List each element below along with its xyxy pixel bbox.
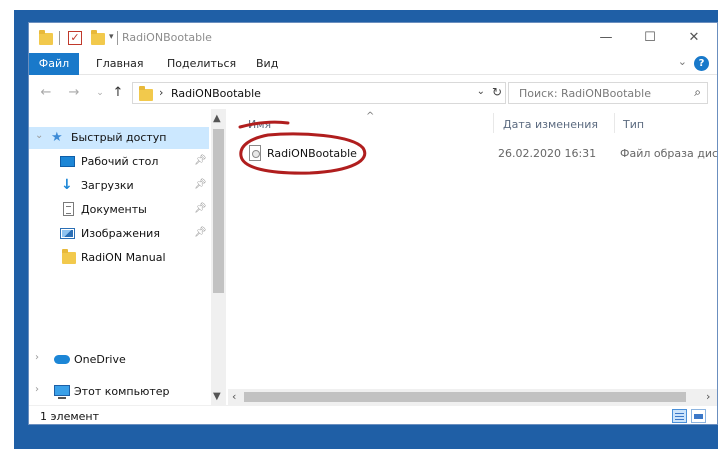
up-button[interactable]: ↑ bbox=[109, 83, 127, 103]
documents-icon bbox=[63, 202, 74, 216]
close-button[interactable]: ✕ bbox=[674, 27, 714, 49]
sidebar-item-pictures[interactable]: Изображения 📌︎ bbox=[29, 223, 209, 245]
disc-image-icon bbox=[249, 145, 261, 161]
pin-icon: 📌︎ bbox=[194, 179, 207, 190]
nav-scrollbar[interactable]: ▲ ▼ bbox=[211, 109, 226, 405]
address-row: ← → ⌄ ↑ › RadiONBootable ⌄ ↻ Поиск: Radi… bbox=[29, 79, 717, 107]
qat-dropdown-icon[interactable]: ▾ bbox=[109, 32, 114, 42]
tab-home[interactable]: Главная bbox=[96, 53, 144, 75]
expand-ribbon-icon[interactable]: ⌄ bbox=[678, 55, 687, 68]
sidebar-item-documents[interactable]: Документы 📌︎ bbox=[29, 199, 209, 221]
maximize-button[interactable]: ☐ bbox=[630, 27, 670, 49]
details-view-button[interactable] bbox=[672, 409, 687, 423]
column-divider[interactable] bbox=[493, 113, 494, 133]
table-row[interactable]: RadiONBootable 26.02.2020 16:31 Файл обр… bbox=[242, 143, 718, 165]
scrollbar-thumb[interactable] bbox=[213, 129, 224, 293]
pin-icon: 📌︎ bbox=[194, 227, 207, 238]
address-bar[interactable]: › RadiONBootable ⌄ ↻ bbox=[132, 82, 506, 104]
scroll-down-icon[interactable]: ▼ bbox=[213, 391, 221, 402]
column-header-date[interactable]: Дата изменения bbox=[503, 118, 598, 131]
sidebar-item-downloads[interactable]: ↓ Загрузки 📌︎ bbox=[29, 175, 209, 197]
ribbon-tabs: Файл Главная Поделиться Вид ⌄ ? bbox=[29, 53, 717, 75]
sidebar-item-onedrive[interactable]: › OneDrive bbox=[29, 349, 209, 371]
sort-ascending-icon: ^ bbox=[366, 111, 375, 122]
folder-icon bbox=[62, 249, 76, 264]
pin-icon: 📌︎ bbox=[194, 203, 207, 214]
window-title: RadiONBootable bbox=[122, 31, 212, 44]
ribbon-controls: ⌄ ? bbox=[669, 55, 709, 72]
file-name[interactable]: RadiONBootable bbox=[267, 147, 357, 160]
computer-icon bbox=[54, 385, 70, 399]
minimize-button[interactable]: — bbox=[586, 27, 626, 49]
help-icon[interactable]: ? bbox=[694, 56, 709, 71]
breadcrumb[interactable]: RadiONBootable bbox=[171, 87, 261, 100]
star-icon: ★ bbox=[51, 130, 63, 145]
sidebar-item-this-pc[interactable]: › Этот компьютер bbox=[29, 381, 209, 403]
explorer-window: ✓ ▾ RadiONBootable — ☐ ✕ Файл Главная По… bbox=[28, 22, 718, 425]
file-date: 26.02.2020 16:31 bbox=[498, 147, 597, 160]
search-placeholder: Поиск: RadiONBootable bbox=[519, 87, 651, 100]
back-button[interactable]: ← bbox=[37, 83, 55, 103]
column-header-type[interactable]: Тип bbox=[623, 118, 644, 131]
folder-icon bbox=[139, 86, 153, 101]
forward-button[interactable]: → bbox=[65, 83, 83, 103]
file-type: Файл образа диска bbox=[620, 147, 718, 160]
sidebar-item-quick-access[interactable]: ⌄ ★ Быстрый доступ bbox=[29, 127, 209, 149]
sidebar-item-label: OneDrive bbox=[74, 353, 126, 366]
pictures-icon bbox=[60, 228, 75, 239]
sidebar-item-label: Документы bbox=[81, 203, 147, 216]
search-input[interactable]: Поиск: RadiONBootable ⌕ bbox=[508, 82, 708, 104]
title-bar: ✓ ▾ RadiONBootable — ☐ ✕ bbox=[29, 23, 717, 53]
chevron-right-icon[interactable]: › bbox=[35, 384, 39, 395]
scrollbar-thumb[interactable] bbox=[244, 392, 686, 402]
status-bar: 1 элемент bbox=[29, 405, 717, 424]
scroll-right-icon[interactable]: › bbox=[706, 390, 710, 403]
chevron-down-icon[interactable]: ⌄ bbox=[477, 86, 485, 97]
tab-view[interactable]: Вид bbox=[256, 53, 278, 75]
sidebar-item-desktop[interactable]: Рабочий стол 📌︎ bbox=[29, 151, 209, 173]
tab-file[interactable]: Файл bbox=[29, 53, 79, 75]
separator bbox=[117, 31, 118, 45]
properties-icon[interactable]: ✓ bbox=[68, 31, 82, 45]
recent-locations-icon[interactable]: ⌄ bbox=[91, 83, 109, 103]
separator bbox=[59, 31, 60, 45]
desktop-icon bbox=[60, 156, 75, 167]
tab-share[interactable]: Поделиться bbox=[167, 53, 236, 75]
chevron-right-icon[interactable]: › bbox=[35, 352, 39, 363]
sidebar-item-label: Загрузки bbox=[81, 179, 134, 192]
column-header-name[interactable]: Имя bbox=[248, 118, 271, 131]
scroll-left-icon[interactable]: ‹ bbox=[232, 390, 236, 403]
pin-icon: 📌︎ bbox=[194, 155, 207, 166]
onedrive-icon bbox=[54, 355, 70, 364]
refresh-icon[interactable]: ↻ bbox=[492, 85, 502, 99]
navigation-pane: ⌄ ★ Быстрый доступ Рабочий стол 📌︎ ↓ Заг… bbox=[29, 109, 226, 405]
horizontal-scrollbar[interactable]: ‹ › bbox=[228, 389, 717, 405]
sidebar-item-radion-manual[interactable]: RadiON Manual bbox=[29, 247, 209, 269]
scroll-up-icon[interactable]: ▲ bbox=[213, 113, 221, 124]
folder-icon bbox=[39, 30, 53, 45]
item-count: 1 элемент bbox=[40, 410, 99, 423]
search-icon[interactable]: ⌕ bbox=[694, 85, 701, 100]
new-folder-icon[interactable] bbox=[91, 30, 105, 45]
chevron-right-icon[interactable]: › bbox=[159, 86, 163, 99]
sidebar-item-label: Быстрый доступ bbox=[71, 131, 167, 144]
chevron-down-icon[interactable]: ⌄ bbox=[35, 130, 43, 141]
sidebar-item-label: RadiON Manual bbox=[81, 251, 166, 264]
sidebar-item-label: Изображения bbox=[81, 227, 160, 240]
sidebar-item-label: Этот компьютер bbox=[74, 385, 170, 398]
downloads-icon: ↓ bbox=[61, 177, 73, 193]
column-divider[interactable] bbox=[614, 113, 615, 133]
large-icons-view-button[interactable] bbox=[691, 409, 706, 423]
file-list: Имя ^ Дата изменения Тип RadiONBootable … bbox=[228, 109, 718, 405]
sidebar-item-label: Рабочий стол bbox=[81, 155, 159, 168]
